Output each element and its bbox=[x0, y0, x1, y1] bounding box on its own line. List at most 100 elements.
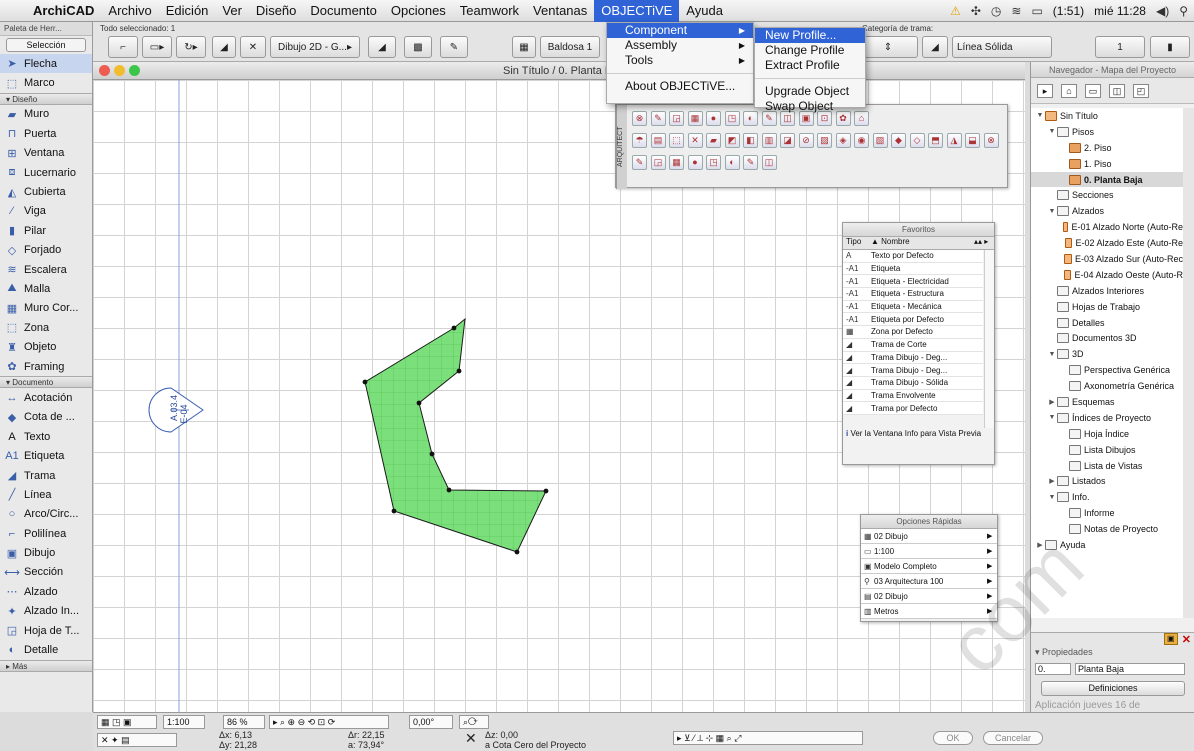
tree-item[interactable]: Documentos 3D bbox=[1031, 330, 1183, 346]
nav-controls[interactable]: ⌕⟳ bbox=[459, 715, 489, 729]
quick-option-row[interactable]: ▦ 02 Dibujo ▶ bbox=[861, 529, 997, 544]
pattern-button[interactable]: ▩ bbox=[404, 36, 432, 58]
palette-tool-icon[interactable]: ◧ bbox=[743, 133, 758, 148]
tool-muro[interactable]: ▰ Muro bbox=[0, 105, 92, 124]
palette-tool-icon[interactable]: ◐ bbox=[724, 155, 740, 170]
tree-item[interactable]: Detalles bbox=[1031, 315, 1183, 331]
tree-item[interactable]: Hoja Índice bbox=[1031, 426, 1183, 442]
tool-dibujo[interactable]: ▣ Dibujo bbox=[0, 543, 92, 562]
disclosure-icon[interactable]: ▼ bbox=[1047, 351, 1057, 358]
fill-polygon[interactable] bbox=[364, 317, 547, 553]
volume-icon[interactable]: ◀) bbox=[1156, 4, 1169, 18]
tree-item[interactable]: E-02 Alzado Este (Auto-Re bbox=[1031, 235, 1183, 251]
tree-item[interactable]: E-04 Alzado Oeste (Auto-R bbox=[1031, 267, 1183, 283]
palette-tool-icon[interactable]: ✎ bbox=[650, 111, 666, 126]
tree-item[interactable]: ▶ Listados bbox=[1031, 473, 1183, 489]
close-button[interactable] bbox=[99, 65, 110, 76]
pet-palette[interactable]: ▸ ⊻ ⁄ ⟂ ⊹ ▦ ⌕ ⤢ bbox=[673, 731, 863, 745]
quick-option-row[interactable]: ⚲ 03 Arquitectura 100 ▶ bbox=[861, 574, 997, 589]
palette-tool-icon[interactable]: ● bbox=[706, 111, 721, 126]
delete-icon[interactable]: ✕ bbox=[1182, 633, 1191, 647]
tool-arco[interactable]: ○ Arco/Circ... bbox=[0, 505, 92, 524]
disclosure-icon[interactable]: ▼ bbox=[1047, 494, 1057, 501]
disclosure-icon[interactable]: ▶ bbox=[1047, 477, 1057, 485]
view-map-icon[interactable]: ▭ bbox=[1085, 83, 1101, 98]
geometry-method-button[interactable]: ⌐ bbox=[108, 36, 138, 58]
zoom-field[interactable]: 86 % bbox=[223, 715, 265, 729]
layer-icons[interactable]: ▦ ◳ ▣ bbox=[97, 715, 157, 729]
tree-item[interactable]: 1. Piso bbox=[1031, 156, 1183, 172]
fill-type-button[interactable]: ◢ bbox=[212, 36, 236, 58]
favorite-row[interactable]: -A1 Etiqueta - Mecánica bbox=[843, 300, 983, 314]
favorite-row[interactable]: ◢ Trama Envolvente bbox=[843, 389, 983, 403]
tool-texto[interactable]: A Texto bbox=[0, 427, 92, 446]
palette-tool-icon[interactable]: ◳ bbox=[724, 111, 740, 126]
favorite-row[interactable]: ◢ Trama Dibujo - Deg... bbox=[843, 351, 983, 365]
tree-item[interactable]: ▼ Info. bbox=[1031, 489, 1183, 505]
disclosure-icon[interactable]: ▼ bbox=[1035, 112, 1045, 119]
tree-item[interactable]: Secciones bbox=[1031, 187, 1183, 203]
palette-tool-icon[interactable]: ⊗ bbox=[983, 133, 999, 148]
section-diseno[interactable]: ▾ Diseño bbox=[0, 92, 92, 105]
drawing-combo[interactable]: Dibujo 2D - G... ▸ bbox=[270, 36, 360, 58]
favorite-row[interactable]: -A1 Etiqueta - Electricidad bbox=[843, 275, 983, 289]
cursor-snap-button[interactable]: ✕ bbox=[240, 36, 266, 58]
wifi-icon[interactable]: ≋ bbox=[1011, 4, 1021, 18]
menu-item-tools[interactable]: Tools ▶ bbox=[607, 53, 753, 68]
warning-icon[interactable]: ⚠ bbox=[950, 4, 961, 18]
palette-tool-icon[interactable]: ◲ bbox=[669, 111, 684, 126]
favorites-scrollbar[interactable] bbox=[984, 250, 994, 428]
menu-item-upgrade-object[interactable]: Upgrade Object bbox=[755, 84, 865, 99]
tool-pilar[interactable]: ▮ Pilar bbox=[0, 221, 92, 240]
tree-item[interactable]: 2. Piso bbox=[1031, 140, 1183, 156]
cancel-cross-icon[interactable]: ✕ bbox=[465, 730, 477, 747]
tile-icon[interactable]: ▦ bbox=[512, 36, 536, 58]
favorite-row[interactable]: ◢ Trama Dibujo - Deg... bbox=[843, 364, 983, 377]
favorite-row[interactable]: ▦ Zona por Defecto bbox=[843, 326, 983, 339]
tool-zona[interactable]: ⬚ Zona bbox=[0, 318, 92, 337]
quick-option-row[interactable]: ▣ Modelo Completo ▶ bbox=[861, 559, 997, 574]
clock[interactable]: mié 11:28 bbox=[1094, 4, 1146, 18]
palette-tool-icon[interactable]: ☂ bbox=[632, 133, 647, 148]
project-map-icon[interactable]: ⌂ bbox=[1061, 83, 1077, 98]
favorite-row[interactable]: A Texto por Defecto bbox=[843, 250, 983, 263]
palette-tool-icon[interactable]: ⬒ bbox=[928, 133, 943, 148]
line-stepper[interactable]: ⇕ bbox=[858, 36, 918, 58]
rotate-method-button[interactable]: ↻▸ bbox=[176, 36, 206, 58]
menu-ventanas[interactable]: Ventanas bbox=[526, 0, 594, 22]
trama-button[interactable]: ◢ bbox=[368, 36, 396, 58]
tool-linea[interactable]: ╱ Línea bbox=[0, 485, 92, 504]
tree-item[interactable]: Axonometría Genérica bbox=[1031, 378, 1183, 394]
palette-tool-icon[interactable]: ✕ bbox=[687, 133, 703, 148]
quick-option-row[interactable]: ▭ 1:100 ▶ bbox=[861, 544, 997, 559]
tool-puerta[interactable]: ⊓ Puerta bbox=[0, 124, 92, 143]
favorite-row[interactable]: ◢ Trama Dibujo - Sólida bbox=[843, 376, 983, 390]
disclosure-icon[interactable]: ▼ bbox=[1047, 208, 1057, 215]
menu-documento[interactable]: Documento bbox=[303, 0, 383, 22]
angle-field[interactable]: 0,00° bbox=[409, 715, 453, 729]
palette-tool-icon[interactable]: ▦ bbox=[687, 111, 703, 126]
open-icon[interactable]: ▣ bbox=[1163, 633, 1178, 645]
selection-button[interactable]: Selección bbox=[6, 38, 86, 52]
tree-item[interactable]: Notas de Proyecto bbox=[1031, 521, 1183, 537]
palette-tool-icon[interactable]: ◳ bbox=[706, 155, 721, 170]
cancel-button[interactable]: Cancelar bbox=[983, 731, 1043, 745]
col-arrows-icon[interactable]: ▴▴ ▸ bbox=[974, 237, 994, 249]
map-mode-icon[interactable]: ▸ bbox=[1037, 83, 1053, 98]
favorite-row[interactable]: -A1 Etiqueta por Defecto bbox=[843, 313, 983, 327]
tool-muro-cortina[interactable]: ▦ Muro Cor... bbox=[0, 299, 92, 318]
menu-item-extract-profile[interactable]: Extract Profile bbox=[755, 58, 865, 73]
menu-teamwork[interactable]: Teamwork bbox=[453, 0, 526, 22]
tree-item[interactable]: E-01 Alzado Norte (Auto-Re bbox=[1031, 219, 1183, 235]
tool-trama[interactable]: ◢ Trama bbox=[0, 466, 92, 485]
menu-item-about[interactable]: About OBJECTiVE... bbox=[607, 79, 753, 94]
menu-item-assembly[interactable]: Assembly ▶ bbox=[607, 38, 753, 53]
disclosure-icon[interactable]: ▶ bbox=[1035, 541, 1045, 549]
layout-book-icon[interactable]: ◫ bbox=[1109, 83, 1125, 98]
menu-item-new-profile[interactable]: New Profile... bbox=[755, 28, 865, 43]
menu-opciones[interactable]: Opciones bbox=[384, 0, 453, 22]
menu-item-swap-object[interactable]: Swap Object bbox=[755, 99, 865, 114]
palette-tool-icon[interactable]: ◩ bbox=[724, 133, 740, 148]
palette-tool-icon[interactable]: ⬓ bbox=[965, 133, 980, 148]
palette-tool-icon[interactable]: ◈ bbox=[835, 133, 851, 148]
